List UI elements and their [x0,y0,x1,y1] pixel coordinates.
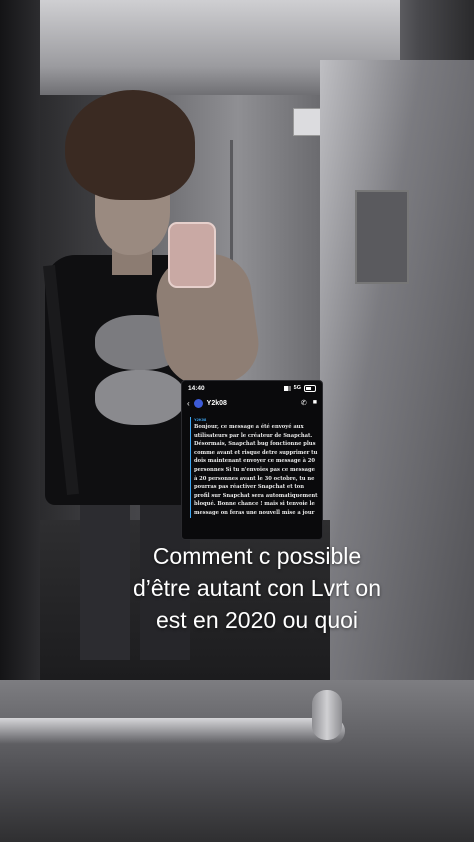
signal-icon [283,385,291,391]
shirt-print-bottom [95,370,185,425]
message-sender: Y2K08 [194,417,207,422]
battery-icon [304,384,316,392]
back-chevron-icon[interactable]: ‹ [187,399,190,408]
video-icon[interactable]: ■ [313,399,317,407]
caption-text: Comment c possible d’être autant con Lvr… [96,540,418,636]
chat-header: ‹ Y2k08 ✆ ■ [182,395,322,411]
status-icons: 5G [283,384,316,392]
chat-screenshot: 14:40 5G ‹ Y2k08 ✆ ■ Y2K08 Bonjour, ce m… [181,380,323,540]
caption-line-3: est en 2020 ou quoi [155,607,359,633]
chat-message: Y2K08 Bonjour, ce message a été envoyé a… [190,417,318,518]
phone-in-hand [168,222,216,288]
handrail-post [312,690,342,740]
caption-line-1: Comment c possible [152,543,362,569]
elevator-panel [355,190,409,284]
elevator-sign [293,108,321,136]
status-bar: 14:40 5G [182,381,322,395]
elevator-bottom-wall [0,680,474,842]
contact-name[interactable]: Y2k08 [207,400,297,407]
avatar-icon[interactable] [193,398,203,408]
network-label: 5G [293,385,301,391]
handrail [0,718,345,744]
caption-line-2: d’être autant con Lvrt on [132,575,382,601]
message-text: Bonjour, ce message a été envoyé aux uti… [194,424,318,516]
status-time: 14:40 [188,384,205,392]
phone-icon[interactable]: ✆ [301,399,307,407]
person-hair [65,90,195,200]
